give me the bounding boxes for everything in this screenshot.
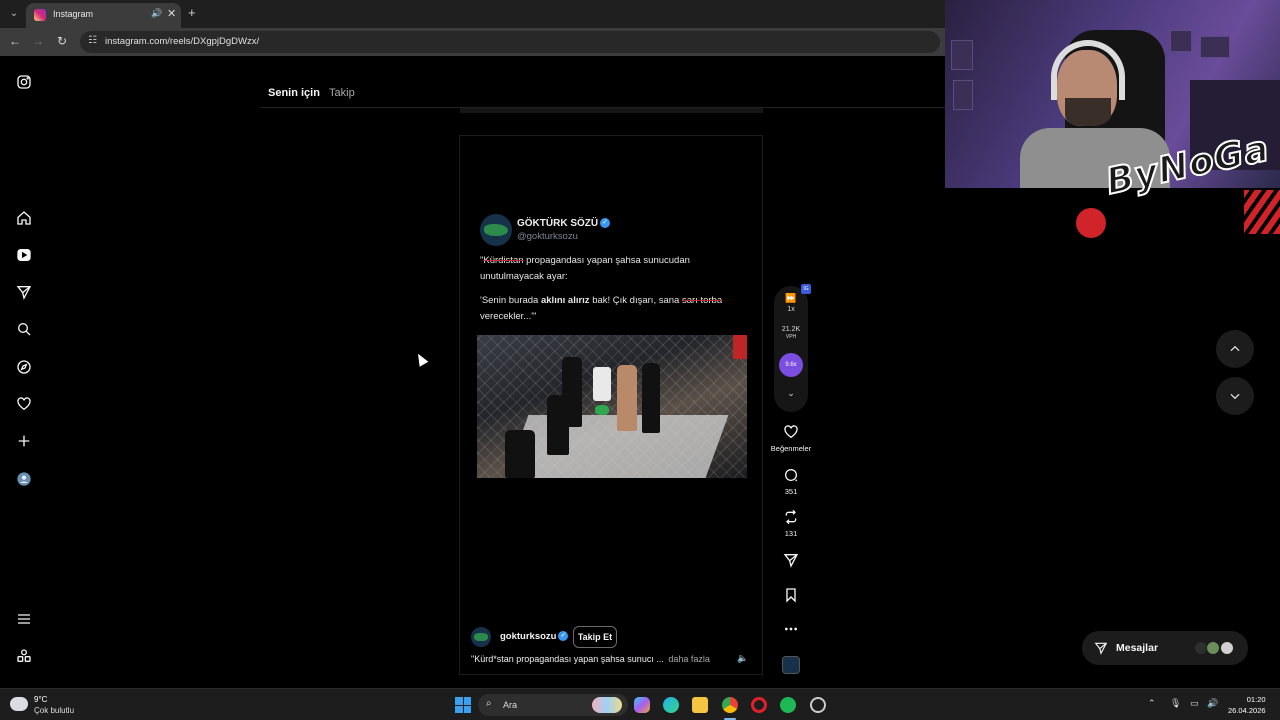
- audio-thumbnail[interactable]: [782, 656, 800, 674]
- like-heart-icon[interactable]: [782, 423, 800, 441]
- taskbar: 9°C Çok bulutlu ⌕ Ara ⌃ 🎙 ▭ 🔊 01:20 26.04…: [0, 688, 1280, 720]
- message-avatar: [1206, 641, 1220, 655]
- reel-username[interactable]: gokturksozu ✓: [500, 631, 569, 642]
- tab-title: Instagram: [53, 9, 94, 19]
- messages-button[interactable]: Mesajlar: [1082, 631, 1248, 665]
- tweet-text-line-2: unutulmayacak ayar:: [480, 271, 568, 282]
- previous-reel-button[interactable]: [1216, 330, 1254, 368]
- comment-icon[interactable]: [782, 466, 800, 484]
- microphone-icon[interactable]: 🎙: [1170, 698, 1181, 709]
- tweet-text-line-1: "Kürdistan propagandası yapan şahsa sunu…: [480, 255, 690, 266]
- instagram-logo-icon[interactable]: [15, 73, 33, 91]
- weather-description[interactable]: Çok bulutlu: [34, 706, 74, 715]
- vph-value: 21.2K: [781, 326, 801, 333]
- verified-badge-icon: ✓: [558, 631, 569, 642]
- playback-speed[interactable]: 1x: [774, 306, 808, 313]
- extension-collapse-icon[interactable]: ⌄: [774, 388, 808, 399]
- tray-overflow-icon[interactable]: ⌃: [1148, 698, 1156, 709]
- direct-send-icon[interactable]: [15, 283, 33, 301]
- notifications-heart-icon[interactable]: [15, 395, 33, 413]
- search-icon: ⌕: [486, 698, 492, 709]
- taskbar-search[interactable]: ⌕ Ara: [478, 694, 628, 716]
- volume-icon[interactable]: 🔊: [1207, 698, 1218, 709]
- mouse-cursor-icon: [413, 351, 429, 367]
- chrome-icon[interactable]: [722, 697, 738, 713]
- browser-tab[interactable]: Instagram 🔊 ✕: [26, 3, 181, 28]
- clock-time: 01:20: [1246, 695, 1266, 704]
- clock[interactable]: 01:20 26.04.2026: [1228, 694, 1266, 716]
- url-field[interactable]: ☷ instagram.com/reels/DXgpjDgDWzx/: [80, 31, 940, 53]
- address-bar: ← → ↻ ☷ instagram.com/reels/DXgpjDgDWzx/: [0, 28, 945, 56]
- messages-send-icon: [1094, 641, 1108, 655]
- previous-reel-edge: [460, 108, 763, 113]
- next-reel-button[interactable]: [1216, 377, 1254, 415]
- tab-senin-icin[interactable]: Senin için: [268, 87, 320, 99]
- reposts-count: 131: [784, 529, 798, 538]
- explore-compass-icon[interactable]: [15, 358, 33, 376]
- feed-tabs: Senin için Takip: [268, 87, 355, 99]
- menu-hamburger-icon[interactable]: [15, 610, 33, 628]
- weather-temperature[interactable]: 9°C: [34, 695, 47, 704]
- create-plus-icon[interactable]: [15, 432, 33, 450]
- save-bookmark-icon[interactable]: [782, 586, 800, 604]
- tweet-handle: @gokturksozu: [517, 231, 578, 242]
- new-tab-icon[interactable]: +: [188, 5, 196, 20]
- comments-count: 351: [784, 487, 798, 496]
- weather-cloud-icon[interactable]: [10, 697, 28, 711]
- obs-icon[interactable]: [810, 697, 826, 713]
- follow-button[interactable]: Takip Et: [573, 626, 617, 648]
- mute-icon[interactable]: 🔈: [735, 650, 751, 666]
- url-text: instagram.com/reels/DXgpjDgDWzx/: [105, 36, 260, 47]
- network-icon[interactable]: ▭: [1190, 698, 1199, 709]
- clock-date: 26.04.2026: [1228, 706, 1266, 715]
- windows-start-icon[interactable]: [455, 697, 471, 713]
- repost-icon[interactable]: [782, 508, 800, 526]
- speed-forward-icon[interactable]: ⏩: [774, 293, 808, 304]
- multiplier-badge[interactable]: 9.6x: [779, 353, 803, 377]
- tab-takip[interactable]: Takip: [329, 87, 355, 99]
- messages-label: Mesajlar: [1116, 642, 1159, 654]
- also-from-meta-icon[interactable]: [15, 647, 33, 665]
- vph-label: VPH: [785, 334, 797, 340]
- site-info-icon[interactable]: ☷: [88, 35, 97, 46]
- share-send-icon[interactable]: [782, 551, 800, 569]
- tweet-photo: [477, 335, 747, 478]
- search-highlight-icon: [592, 697, 622, 713]
- file-explorer-icon[interactable]: [692, 697, 708, 713]
- tweet-author: GÖKTÜRK SÖZÜ ✓: [517, 218, 611, 229]
- tab-close-icon[interactable]: ✕: [167, 7, 176, 20]
- forward-icon[interactable]: →: [30, 34, 46, 48]
- reel-caption: "Kürd*stan propagandası yapan şahsa sunu…: [471, 654, 710, 664]
- reload-icon[interactable]: ↻: [54, 34, 70, 48]
- reel-author-avatar[interactable]: [471, 627, 491, 647]
- verified-badge-icon: ✓: [600, 218, 611, 229]
- brand-stripes: [1244, 190, 1280, 234]
- home-icon[interactable]: [15, 209, 33, 227]
- spotify-icon[interactable]: [780, 697, 796, 713]
- reels-icon[interactable]: [15, 246, 33, 264]
- tweet-text-line-4: verecekler...'": [480, 311, 537, 322]
- back-icon[interactable]: ←: [7, 34, 23, 48]
- brand-logo-mark: [1076, 208, 1106, 238]
- more-link[interactable]: daha fazla: [668, 654, 710, 664]
- opera-icon[interactable]: [751, 697, 767, 713]
- more-options-icon[interactable]: [782, 620, 800, 638]
- tab-search-chevron-icon[interactable]: ⌄: [6, 6, 22, 22]
- message-avatar: [1220, 641, 1234, 655]
- search-icon[interactable]: [15, 320, 33, 338]
- tweet-text-line-3: 'Senin burada aklını alırız bak! Çık dış…: [480, 295, 723, 306]
- tab-audio-icon[interactable]: 🔊: [151, 8, 162, 19]
- tweet-avatar: [480, 214, 512, 246]
- taskbar-search-placeholder: Ara: [503, 700, 518, 710]
- profile-avatar-icon[interactable]: [15, 470, 33, 488]
- copilot-icon[interactable]: [634, 697, 650, 713]
- reel-video[interactable]: GÖKTÜRK SÖZÜ ✓ @gokturksozu "Kürdistan pr…: [459, 135, 763, 675]
- likes-label[interactable]: Beğenmeler: [760, 444, 822, 453]
- edge-icon[interactable]: [663, 697, 679, 713]
- instagram-favicon-icon: [34, 9, 46, 21]
